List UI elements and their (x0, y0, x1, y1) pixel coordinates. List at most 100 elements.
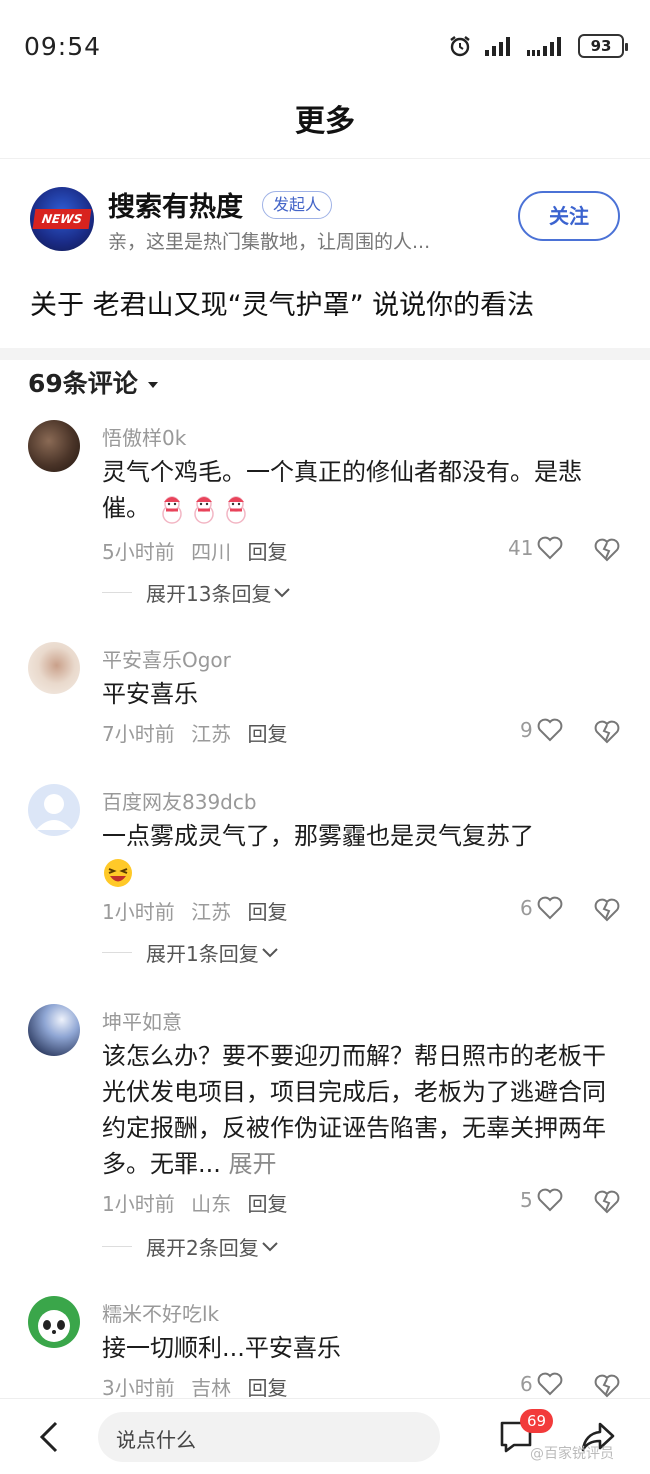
news-logo-text: NEWS (32, 209, 92, 229)
heart-icon (537, 1372, 563, 1396)
comment-meta: 1小时前 江苏 回复 (102, 896, 297, 925)
comment-input-placeholder: 说点什么 (116, 1428, 196, 1452)
avatar[interactable] (28, 1004, 80, 1056)
watermark: @百家锐评员 (530, 1446, 614, 1462)
alarm-icon (450, 36, 470, 57)
broken-heart-icon[interactable] (594, 1190, 620, 1214)
avatar[interactable] (28, 642, 80, 694)
expand-replies[interactable]: 展开2条回复 (102, 1232, 279, 1261)
chevron-down-icon (262, 947, 278, 957)
page-title: 更多 (295, 104, 355, 139)
status-time: 09:54 (24, 32, 102, 61)
comment-count-sort[interactable]: 69条评论 (28, 364, 158, 400)
like-count: 5 (520, 1188, 533, 1212)
comment-count-badge: 69 (520, 1409, 554, 1433)
topic-avatar[interactable]: NEWS (30, 187, 94, 251)
reply-button[interactable]: 回复 (247, 722, 287, 746)
like-button[interactable]: 41 (508, 536, 563, 560)
broken-heart-icon[interactable] (594, 1374, 620, 1398)
signal-icon (485, 37, 510, 56)
follow-button[interactable]: 关注 (518, 191, 620, 241)
divider-line (102, 952, 132, 953)
comment-item: 百度网友839dcb 一点雾成灵气了，那雾霾也是灵气复苏了 1小时前 江苏 回复… (0, 782, 650, 982)
chevron-down-icon (274, 587, 291, 597)
comment-text: 灵气个鸡毛。一个真正的修仙者都没有。是悲催。 (102, 454, 622, 526)
comment-item: 糯米不好吃lk 接一切顺利...平安喜乐 3小时前 吉林 回复 6 (0, 1294, 650, 1401)
comment-body: 接一切顺利...平安喜乐 (102, 1334, 341, 1362)
like-count: 6 (520, 896, 533, 920)
status-icons: 93 (448, 34, 628, 58)
comment-item: 悟傲样0k 灵气个鸡毛。一个真正的修仙者都没有。是悲催。 5小时前 四川 回复 … (0, 410, 650, 620)
avatar[interactable] (28, 420, 80, 472)
like-button[interactable]: 5 (520, 1188, 563, 1212)
comment-username[interactable]: 百度网友839dcb (102, 786, 257, 815)
expand-replies[interactable]: 展开1条回复 (102, 938, 279, 967)
heart-icon (538, 536, 563, 560)
like-count: 41 (508, 536, 534, 560)
comment-location: 江苏 (191, 722, 232, 746)
heart-icon (537, 718, 563, 742)
section-divider (0, 348, 650, 360)
comment-time: 1小时前 (102, 900, 175, 924)
comment-meta: 5小时前 四川 回复 (102, 536, 297, 565)
topic-name[interactable]: 搜索有热度 (108, 185, 243, 224)
comment-time: 3小时前 (102, 1376, 175, 1400)
like-button[interactable]: 6 (520, 896, 563, 920)
comment-username[interactable]: 平安喜乐Ogor (102, 644, 231, 673)
broken-heart-icon[interactable] (594, 898, 620, 922)
broken-heart-icon[interactable] (594, 538, 620, 562)
comment-username[interactable]: 悟傲样0k (102, 422, 186, 451)
topic-header: NEWS 搜索有热度 发起人 亲，这里是热门集散地，让周围的人... 关注 关于… (0, 158, 650, 348)
comment-body: 一点雾成灵气了，那雾霾也是灵气复苏了 (102, 822, 534, 850)
comment-location: 山东 (191, 1192, 232, 1216)
back-arrow-icon[interactable] (36, 1419, 64, 1455)
emoji-laugh-icon (104, 859, 132, 887)
comment-meta: 3小时前 吉林 回复 (102, 1372, 297, 1401)
initiator-badge: 发起人 (262, 191, 333, 219)
expand-text-link[interactable]: 展开 (229, 1150, 277, 1178)
divider-line (102, 1246, 132, 1247)
bottom-bar: 说点什么 69 @百家锐评员 (0, 1398, 650, 1474)
comment-time: 5小时前 (102, 540, 175, 564)
avatar[interactable] (28, 784, 80, 836)
reply-button[interactable]: 回复 (247, 1376, 287, 1400)
comment-item: 平安喜乐Ogor 平安喜乐 7小时前 江苏 回复 9 (0, 640, 650, 770)
topic-question: 关于 老君山又现“灵气护罩” 说说你的看法 (30, 290, 535, 321)
comment-text: 一点雾成灵气了，那雾霾也是灵气复苏了 (102, 818, 622, 890)
comment-input[interactable]: 说点什么 (98, 1412, 440, 1462)
comment-username[interactable]: 糯米不好吃lk (102, 1298, 219, 1327)
divider-line (102, 592, 132, 593)
reply-button[interactable]: 回复 (247, 540, 287, 564)
comment-time: 1小时前 (102, 1192, 175, 1216)
expand-replies-label: 展开2条回复 (146, 1236, 259, 1260)
comment-count-label: 69条评论 (28, 369, 138, 398)
comment-location: 吉林 (191, 1376, 232, 1400)
default-avatar-icon (36, 794, 72, 830)
heart-icon (537, 1188, 563, 1212)
expand-replies[interactable]: 展开13条回复 (102, 578, 291, 607)
avatar[interactable] (28, 1296, 80, 1348)
expand-replies-label: 展开13条回复 (146, 582, 272, 606)
battery-indicator: 93 (578, 34, 628, 58)
comment-location: 江苏 (191, 900, 232, 924)
emoji-snowman-icon (158, 494, 254, 524)
caret-down-icon (147, 382, 158, 388)
comment-location: 四川 (191, 540, 232, 564)
comment-item: 坤平如意 该怎么办？要不要迎刃而解？帮日照市的老板干光伏发电项目，项目完成后，老… (0, 1002, 650, 1272)
topic-description: 亲，这里是热门集散地，让周围的人... (108, 231, 431, 253)
like-count: 6 (520, 1372, 533, 1396)
comment-body: 该怎么办？要不要迎刃而解？帮日照市的老板干光伏发电项目，项目完成后，老板为了逃避… (102, 1042, 606, 1178)
like-button[interactable]: 9 (520, 718, 563, 742)
signal-2-icon (527, 37, 561, 56)
panda-avatar-icon (38, 1310, 70, 1342)
like-count: 9 (520, 718, 533, 742)
comment-meta: 1小时前 山东 回复 (102, 1188, 297, 1217)
broken-heart-icon[interactable] (594, 720, 620, 744)
comment-time: 7小时前 (102, 722, 175, 746)
comment-meta: 7小时前 江苏 回复 (102, 718, 297, 747)
comment-username[interactable]: 坤平如意 (102, 1006, 182, 1035)
expand-replies-label: 展开1条回复 (146, 942, 259, 966)
reply-button[interactable]: 回复 (247, 900, 287, 924)
like-button[interactable]: 6 (520, 1372, 563, 1396)
reply-button[interactable]: 回复 (247, 1192, 287, 1216)
